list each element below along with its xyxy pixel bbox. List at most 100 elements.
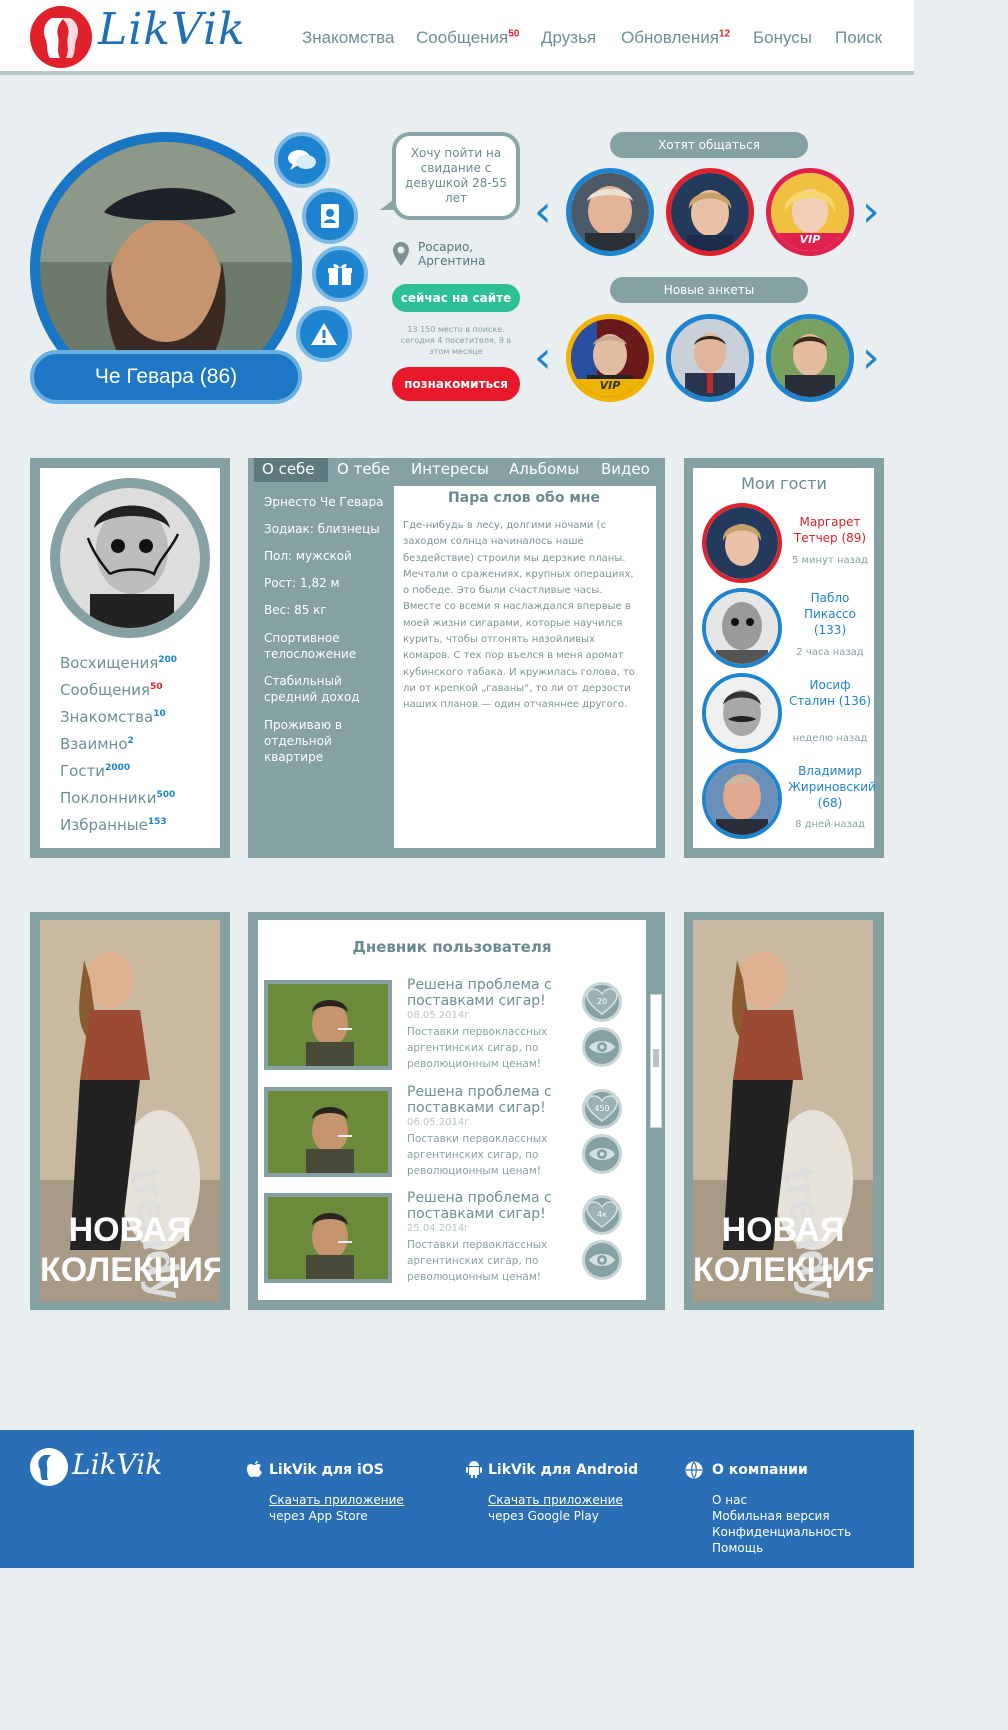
nav-dating[interactable]: Знакомства: [302, 28, 394, 48]
footer-link-mobile[interactable]: Мобильная версия: [712, 1508, 830, 1524]
footer-link-about[interactable]: О нас: [712, 1492, 747, 1508]
fact-name: Эрнесто Че Гевара: [264, 495, 384, 509]
guest-name-2[interactable]: Пабло Пикассо (133): [788, 590, 872, 638]
post-text-3: Поставки первоклассных аргентинских сига…: [407, 1239, 548, 1283]
meet-button[interactable]: познакомиться: [392, 367, 520, 401]
post-date-2: 06.05.2014г: [407, 1117, 470, 1128]
tab-about-me[interactable]: О себе: [262, 460, 315, 478]
post-thumb-3[interactable]: [264, 1193, 392, 1283]
nav-messages-badge: 50: [508, 28, 520, 40]
eye-icon: [589, 1254, 615, 1266]
chevron-left-icon[interactable]: ‹: [534, 336, 552, 380]
footer-android-sub: через Google Play: [488, 1509, 599, 1523]
ad-banner-left[interactable]: trendy НОВАЯ КОЛЕКЦИЯ!: [40, 920, 220, 1302]
new-avatar-3[interactable]: [766, 314, 854, 402]
footer-ios-link[interactable]: Скачать приложение: [269, 1492, 404, 1508]
counter-mutual[interactable]: Взаимно2: [60, 735, 134, 753]
ad-headline-right: НОВАЯ КОЛЕКЦИЯ!: [693, 1211, 873, 1289]
guest-name-4[interactable]: Владимир Жириновский (68): [788, 763, 876, 811]
view-button-1[interactable]: [582, 1027, 622, 1067]
tab-albums[interactable]: Альбомы: [509, 460, 579, 478]
counter-admirations[interactable]: Восхищения200: [60, 654, 177, 672]
chat-avatar-2[interactable]: [666, 168, 754, 256]
guest-time-4: 8 дней назад: [795, 819, 865, 830]
nav-messages[interactable]: Сообщения50: [416, 28, 519, 48]
guest-time-1: 5 минут назад: [791, 555, 869, 566]
chevron-right-icon[interactable]: ›: [862, 190, 880, 234]
profile-stats: 13 150 место в поиске. сегодня 4 посетит…: [400, 325, 512, 356]
scrollbar-thumb[interactable]: [653, 1049, 659, 1067]
footer-android-link[interactable]: Скачать приложение: [488, 1492, 623, 1508]
like-count-1: 20: [597, 997, 607, 1006]
nav-updates[interactable]: Обновления12: [621, 28, 730, 48]
guest-time-3: неделю назад: [792, 733, 868, 744]
eye-icon: [589, 1041, 615, 1053]
counter-fans[interactable]: Поклонники500: [60, 789, 175, 807]
like-count-2: 450: [594, 1104, 609, 1113]
nav-search[interactable]: Поиск: [835, 28, 882, 48]
post-date-1: 08.05.2014г: [407, 1010, 470, 1021]
footer-logo-icon[interactable]: [30, 1448, 68, 1486]
like-button-2[interactable]: 450: [582, 1089, 622, 1129]
chat-button[interactable]: [274, 132, 330, 188]
new-avatar-2[interactable]: [666, 314, 754, 402]
post-date-3: 25.04.2014г: [407, 1223, 470, 1234]
nav-friends[interactable]: Друзья: [541, 28, 596, 48]
about-text: Где-нибудь в лесу, долгими ночами (с зах…: [403, 520, 635, 711]
post-title-2[interactable]: Решена проблема с поставками сигар!: [407, 1084, 577, 1116]
guest-name-1[interactable]: Маргарет Тетчер (89): [788, 514, 872, 546]
view-button-3[interactable]: [582, 1240, 622, 1280]
guest-name-3[interactable]: Иосиф Сталин (136): [788, 677, 872, 709]
guest-avatar-3[interactable]: [702, 673, 782, 753]
ad-banner-right[interactable]: trendy НОВАЯ КОЛЕКЦИЯ!: [693, 920, 873, 1302]
post-thumb-1[interactable]: [264, 980, 392, 1070]
footer-logo-text[interactable]: LikVik: [72, 1448, 162, 1481]
new-profiles-title: Новые анкеты: [610, 277, 808, 303]
post-title-3[interactable]: Решена проблема с поставками сигар!: [407, 1190, 577, 1222]
footer-link-help[interactable]: Помощь: [712, 1540, 763, 1556]
post-title-1[interactable]: Решена проблема с поставками сигар!: [407, 977, 577, 1009]
fact-gender: Пол: мужской: [264, 549, 352, 563]
post-text-2: Поставки первоклассных аргентинских сига…: [407, 1133, 548, 1177]
diary-scrollbar[interactable]: [650, 994, 662, 1128]
fact-weight: Вес: 85 кг: [264, 603, 327, 617]
like-button-1[interactable]: 20: [582, 982, 622, 1022]
tab-about-you[interactable]: О тебе: [337, 460, 390, 478]
secondary-photo[interactable]: [60, 488, 200, 628]
contacts-icon: [321, 204, 339, 228]
report-button[interactable]: [296, 306, 352, 362]
chevron-left-icon[interactable]: ‹: [534, 190, 552, 234]
counter-acquaintances[interactable]: Знакомства10: [60, 708, 166, 726]
fact-build: Спортивное телосложение: [264, 631, 357, 661]
counter-guests[interactable]: Гости2000: [60, 762, 130, 780]
like-button-3[interactable]: 4к: [582, 1195, 622, 1235]
top-header: LikVik Знакомства Сообщения50 Друзья Обн…: [0, 0, 914, 75]
online-status-button[interactable]: сейчас на сайте: [392, 284, 520, 312]
guest-avatar-4[interactable]: [702, 759, 782, 839]
footer-link-privacy[interactable]: Конфиденциальность: [712, 1524, 851, 1540]
location-text: Росарио, Аргентина: [418, 240, 486, 268]
tab-video[interactable]: Видео: [601, 460, 650, 478]
chat-avatar-1[interactable]: [566, 168, 654, 256]
nav-bonuses[interactable]: Бонусы: [753, 28, 812, 48]
guest-avatar-2[interactable]: [702, 588, 782, 668]
guest-avatar-1[interactable]: [702, 503, 782, 583]
fact-income: Стабильный средний доход: [264, 674, 360, 704]
post-thumb-2[interactable]: [264, 1087, 392, 1177]
fact-height: Рост: 1,82 м: [264, 576, 340, 590]
vip-badge: VIP: [571, 379, 649, 397]
gift-button[interactable]: [312, 246, 368, 302]
chat-avatar-3[interactable]: VIP: [766, 168, 854, 256]
fact-zodiac: Зодиак: близнецы: [264, 522, 380, 536]
logo-text[interactable]: LikVik: [98, 4, 246, 55]
counter-favorites[interactable]: Избранные153: [60, 816, 167, 834]
view-button-2[interactable]: [582, 1134, 622, 1174]
new-avatar-1[interactable]: VIP: [566, 314, 654, 402]
counter-messages[interactable]: Сообщения50: [60, 681, 163, 699]
contacts-button[interactable]: [302, 188, 358, 244]
tab-interests[interactable]: Интересы: [411, 460, 489, 478]
footer-android-title: LikVik для Android: [488, 1462, 639, 1478]
apple-icon: [247, 1461, 262, 1477]
logo-icon[interactable]: [30, 6, 92, 68]
chevron-right-icon[interactable]: ›: [862, 336, 880, 380]
